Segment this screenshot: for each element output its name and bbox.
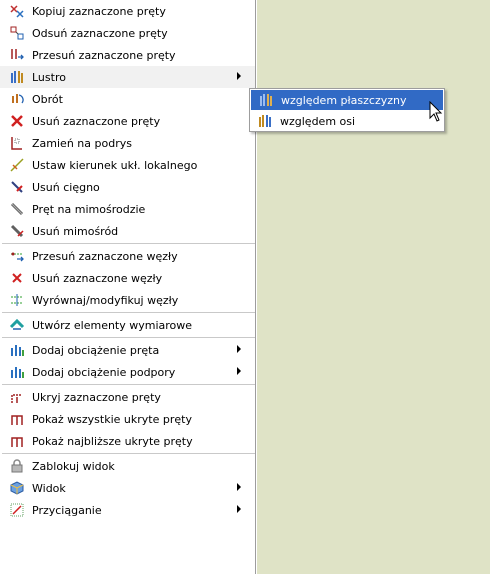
menu-item-support-load[interactable]: Dodaj obciążenie podpory (0, 361, 255, 383)
menu-item-snap[interactable]: Przyciąganie (0, 499, 255, 521)
menu-item-offset-bars[interactable]: Odsuń zaznaczone pręty (0, 22, 255, 44)
delete-cable-icon (9, 179, 25, 195)
dimension-elements-icon (9, 317, 25, 333)
menu-item-label: Przyciąganie (32, 503, 102, 517)
menu-item-convert-underlay[interactable]: Zamień na podrys (0, 132, 255, 154)
menu-separator (2, 243, 255, 244)
mirror-axis-icon (257, 113, 273, 129)
menu-separator (2, 384, 255, 385)
menu-item-bar-load[interactable]: Dodaj obciążenie pręta (0, 339, 255, 361)
menu-separator (2, 453, 255, 454)
mirror-icon (9, 69, 25, 85)
menu-item-local-axis[interactable]: Ustaw kierunek ukł. lokalnego (0, 154, 255, 176)
menu-item-label: Kopiuj zaznaczone pręty (32, 4, 166, 18)
move-nodes-icon (9, 248, 25, 264)
menu-item-show-nearest-bars[interactable]: Pokaż najbliższe ukryte pręty (0, 430, 255, 452)
context-menu: Kopiuj zaznaczone pręty Odsuń zaznaczone… (0, 0, 256, 574)
menu-item-delete-cable[interactable]: Usuń cięgno (0, 176, 255, 198)
menu-item-label: Widok (32, 481, 66, 495)
show-nearest-bars-icon (9, 433, 25, 449)
menu-item-label: Lustro (32, 70, 66, 84)
show-all-bars-icon (9, 411, 25, 427)
hide-bars-icon (9, 389, 25, 405)
menu-item-label: Dodaj obciążenie podpory (32, 365, 176, 379)
submenu-arrow-icon (237, 483, 241, 491)
offset-bars-icon (9, 25, 25, 41)
menu-item-delete-bars[interactable]: Usuń zaznaczone pręty (0, 110, 255, 132)
menu-item-eccentric-bar[interactable]: Pręt na mimośrodzie (0, 198, 255, 220)
menu-item-delete-eccentric[interactable]: Usuń mimośród (0, 220, 255, 242)
submenu-item-label: względem płaszczyzny (281, 93, 407, 107)
menu-item-align-nodes[interactable]: Wyrównaj/modyfikuj węzły (0, 289, 255, 311)
mouse-cursor-icon (429, 101, 443, 122)
menu-item-delete-nodes[interactable]: Usuń zaznaczone węzły (0, 267, 255, 289)
menu-item-label: Odsuń zaznaczone pręty (32, 26, 168, 40)
menu-item-label: Usuń zaznaczone węzły (32, 271, 163, 285)
delete-bars-icon (9, 113, 25, 129)
menu-item-label: Zablokuj widok (32, 459, 115, 473)
menu-item-label: Utwórz elementy wymiarowe (32, 318, 193, 332)
menu-separator (2, 312, 255, 313)
menu-item-label: Obrót (32, 92, 63, 106)
submenu-arrow-icon (237, 345, 241, 353)
view-icon (9, 480, 25, 496)
delete-nodes-icon (9, 270, 25, 286)
support-load-icon (9, 364, 25, 380)
menu-item-move-bars[interactable]: Przesuń zaznaczone pręty (0, 44, 255, 66)
menu-item-dimension-elements[interactable]: Utwórz elementy wymiarowe (0, 314, 255, 336)
menu-item-lock-view[interactable]: Zablokuj widok (0, 455, 255, 477)
move-bars-icon (9, 47, 25, 63)
eccentric-bar-icon (9, 201, 25, 217)
submenu-arrow-icon (237, 505, 241, 513)
menu-item-label: Pręt na mimośrodzie (32, 202, 146, 216)
menu-item-label: Przesuń zaznaczone węzły (32, 249, 178, 263)
submenu-item-mirror-axis[interactable]: względem osi (250, 110, 444, 132)
submenu-item-label: względem osi (280, 114, 356, 128)
menu-item-mirror[interactable]: Lustro (0, 66, 255, 88)
menu-item-label: Usuń zaznaczone pręty (32, 114, 161, 128)
submenu-arrow-icon (237, 367, 241, 375)
menu-item-label: Usuń mimośród (32, 224, 119, 238)
delete-eccentric-icon (9, 223, 25, 239)
menu-item-label: Ukryj zaznaczone pręty (32, 390, 161, 404)
rotate-icon (9, 91, 25, 107)
menu-item-label: Zamień na podrys (32, 136, 132, 150)
convert-underlay-icon (9, 135, 25, 151)
lock-icon (9, 458, 25, 474)
menu-item-hide-bars[interactable]: Ukryj zaznaczone pręty (0, 386, 255, 408)
menu-item-label: Ustaw kierunek ukł. lokalnego (32, 158, 198, 172)
menu-item-label: Pokaż wszystkie ukryte pręty (32, 412, 192, 426)
copy-bars-icon (9, 3, 25, 19)
mirror-plane-icon (258, 92, 274, 108)
submenu-arrow-icon (237, 72, 241, 80)
submenu-item-mirror-plane[interactable]: względem płaszczyzny (251, 90, 443, 110)
menu-item-copy-bars[interactable]: Kopiuj zaznaczone pręty (0, 0, 255, 22)
snap-icon (9, 502, 25, 518)
bar-load-icon (9, 342, 25, 358)
menu-item-rotate[interactable]: Obrót (0, 88, 255, 110)
menu-item-label: Pokaż najbliższe ukryte pręty (32, 434, 193, 448)
local-axis-icon (9, 157, 25, 173)
menu-item-move-nodes[interactable]: Przesuń zaznaczone węzły (0, 245, 255, 267)
menu-item-label: Dodaj obciążenie pręta (32, 343, 160, 357)
align-nodes-icon (9, 292, 25, 308)
menu-item-label: Wyrównaj/modyfikuj węzły (32, 293, 179, 307)
mirror-submenu: względem płaszczyzny względem osi (249, 88, 445, 132)
menu-item-view[interactable]: Widok (0, 477, 255, 499)
menu-separator (2, 337, 255, 338)
menu-item-label: Przesuń zaznaczone pręty (32, 48, 176, 62)
menu-item-label: Usuń cięgno (32, 180, 100, 194)
drawing-canvas[interactable] (257, 0, 490, 574)
menu-item-show-all-bars[interactable]: Pokaż wszystkie ukryte pręty (0, 408, 255, 430)
